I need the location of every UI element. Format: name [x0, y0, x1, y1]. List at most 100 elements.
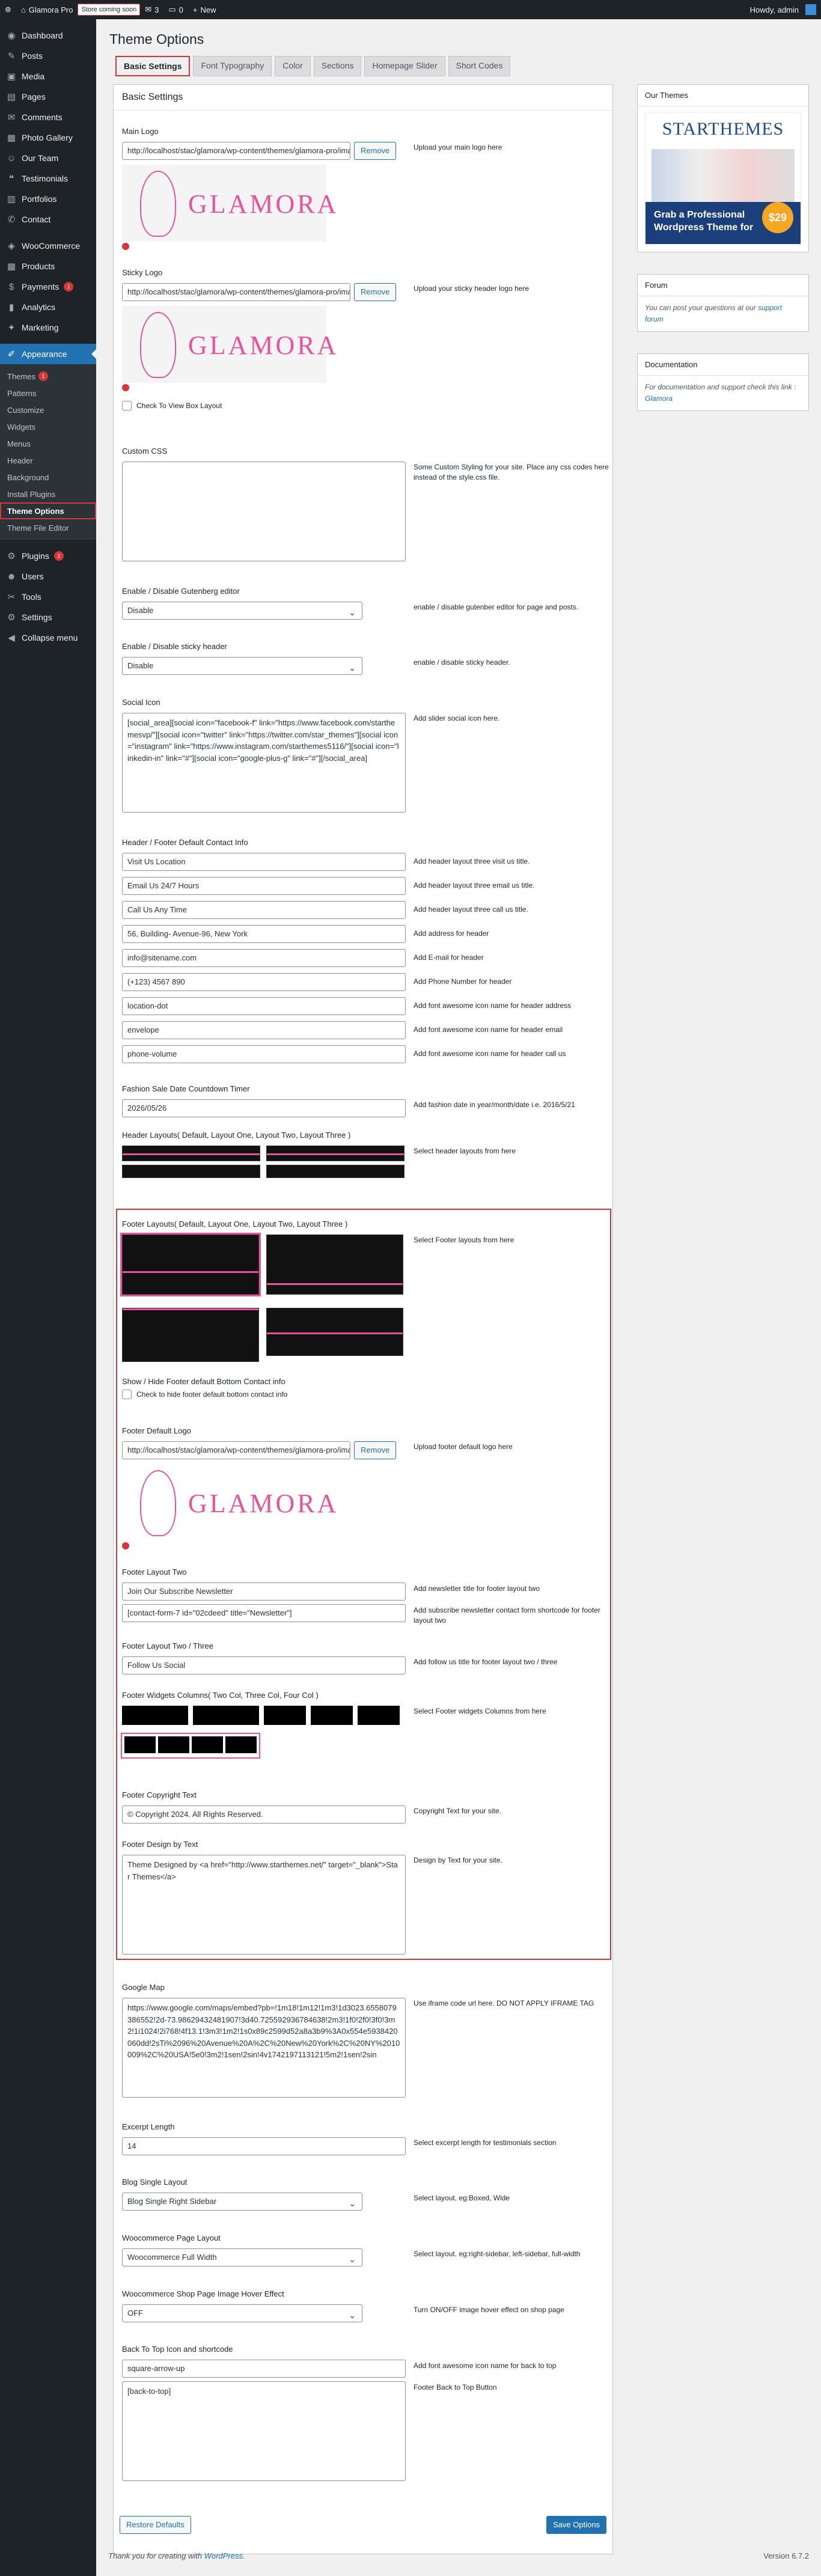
countdown-input[interactable]: 2026/05/26	[122, 1099, 406, 1117]
widget-col-three-c[interactable]	[358, 1706, 400, 1725]
sidebar-item-our-team[interactable]: ☺ Our Team	[0, 148, 96, 168]
sidebar-item-plugins[interactable]: ⚙ Plugins 2	[0, 546, 96, 566]
sidebar-item-appearance[interactable]: ✐ Appearance	[0, 344, 96, 364]
woo-hover-select[interactable]: OFF	[122, 2304, 362, 2322]
site-name-link[interactable]: ⌂ Glamora Pro	[16, 0, 78, 19]
sidebar-item-testimonials[interactable]: ❝ Testimonials	[0, 168, 96, 189]
remove-main-logo-button[interactable]: Remove	[354, 142, 397, 160]
sidebar-item-comments[interactable]: ✉ Comments	[0, 107, 96, 127]
contact-input[interactable]: Visit Us Location	[122, 853, 406, 871]
submenu-item-theme-file-editor[interactable]: Theme File Editor	[0, 519, 96, 536]
widget-col-four-selected[interactable]	[121, 1733, 260, 1759]
woo-layout-select[interactable]: Woocommerce Full Width	[122, 2248, 362, 2266]
tab-color[interactable]: Color	[275, 56, 311, 76]
tab-sections[interactable]: Sections	[313, 56, 362, 76]
excerpt-input[interactable]: 14	[122, 2137, 406, 2155]
sidebar-item-collapse-menu[interactable]: ◀ Collapse menu	[0, 627, 96, 648]
glamora-doc-link[interactable]: Glamora	[645, 394, 673, 403]
contact-input[interactable]: Email Us 24/7 Hours	[122, 877, 406, 895]
tab-basic-settings[interactable]: Basic Settings	[115, 56, 191, 76]
footer-two-title-input[interactable]: Join Our Subscribe Newsletter	[122, 1583, 406, 1601]
widget-col-three-b[interactable]	[311, 1706, 353, 1725]
new-content-link[interactable]: + New	[188, 0, 221, 19]
submenu-item-theme-options[interactable]: Theme Options	[0, 502, 96, 519]
footer-contact-checkbox[interactable]	[122, 1390, 132, 1399]
tab-short-codes[interactable]: Short Codes	[448, 56, 511, 76]
main-logo-input[interactable]: http://localhost/stac/glamora/wp-content…	[122, 142, 350, 160]
copyright-input[interactable]: © Copyright 2024. All Rights Reserved.	[122, 1805, 406, 1824]
submenu-item-customize[interactable]: Customize	[0, 401, 96, 418]
submenu-item-menus[interactable]: Menus	[0, 435, 96, 452]
sticky-logo-input[interactable]: http://localhost/stac/glamora/wp-content…	[122, 283, 350, 301]
sidebar-item-users[interactable]: ☻ Users	[0, 566, 96, 587]
header-layout-one[interactable]	[266, 1146, 404, 1161]
coming-soon-badge[interactable]: Store coming soon	[78, 4, 141, 16]
sidebar-item-media[interactable]: ▣ Media	[0, 66, 96, 87]
restore-defaults-button[interactable]: Restore Defaults	[120, 2516, 191, 2534]
sidebar-item-tools[interactable]: ✂ Tools	[0, 587, 96, 607]
footer-layout-three[interactable]	[266, 1308, 403, 1356]
submenu-item-themes[interactable]: Themes 1	[0, 368, 96, 385]
wp-logo-icon[interactable]: ⊛	[0, 0, 16, 19]
sidebar-item-settings[interactable]: ⚙ Settings	[0, 607, 96, 627]
sticky-header-select[interactable]: Disable	[122, 657, 362, 675]
submenu-item-widgets[interactable]: Widgets	[0, 418, 96, 435]
sidebar-item-photo-gallery[interactable]: ▦ Photo Gallery	[0, 127, 96, 148]
social-icon-textarea[interactable]: [social_area][social icon="facebook-f" l…	[122, 713, 406, 813]
wordpress-link[interactable]: WordPress.	[204, 2551, 245, 2560]
widget-col-three-a[interactable]	[264, 1706, 306, 1725]
contact-input[interactable]: envelope	[122, 1021, 406, 1039]
contact-input[interactable]: info@sitename.com	[122, 949, 406, 967]
remove-sticky-logo-button[interactable]: Remove	[354, 283, 397, 301]
footer-layout-default[interactable]	[120, 1233, 261, 1296]
submenu-item-background[interactable]: Background	[0, 469, 96, 486]
remove-image-icon[interactable]	[122, 243, 129, 250]
sidebar-item-contact[interactable]: ✆ Contact	[0, 209, 96, 230]
comments-link[interactable]: ✉ 3	[140, 0, 163, 19]
save-options-button[interactable]: Save Options	[546, 2516, 606, 2534]
footer-follow-input[interactable]: Follow Us Social	[122, 1656, 406, 1674]
contact-input[interactable]: Call Us Any Time	[122, 901, 406, 919]
sidebar-item-analytics[interactable]: ▮ Analytics	[0, 297, 96, 317]
sidebar-item-marketing[interactable]: ✦ Marketing	[0, 317, 96, 338]
custom-css-textarea[interactable]	[122, 462, 406, 561]
sidebar-item-posts[interactable]: ✎ Posts	[0, 46, 96, 66]
sidebar-item-products[interactable]: ▩ Products	[0, 256, 96, 276]
submenu-item-install-plugins[interactable]: Install Plugins	[0, 486, 96, 502]
contact-input[interactable]: 56, Building- Avenue-96, New York	[122, 925, 406, 943]
design-by-textarea[interactable]: Theme Designed by <a href="http://www.st…	[122, 1855, 406, 1955]
footer-two-shortcode-input[interactable]: [contact-form-7 id="02cdeed" title="News…	[122, 1604, 406, 1622]
gutenberg-select[interactable]: Disable	[122, 602, 362, 620]
google-map-textarea[interactable]: https://www.google.com/maps/embed?pb=!1m…	[122, 1998, 406, 2098]
remove-image-icon[interactable]	[122, 1542, 129, 1549]
back-to-top-icon-input[interactable]: square-arrow-up	[122, 2360, 406, 2378]
contact-input[interactable]: phone-volume	[122, 1045, 406, 1063]
blog-layout-select[interactable]: Blog Single Right Sidebar	[122, 2193, 362, 2211]
header-layout-two[interactable]	[122, 1165, 260, 1178]
footer-layout-one[interactable]	[266, 1235, 403, 1295]
contact-input[interactable]: location-dot	[122, 997, 406, 1015]
remove-image-icon[interactable]	[122, 384, 129, 391]
sidebar-item-dashboard[interactable]: ◉ Dashboard	[0, 25, 96, 46]
header-layout-three[interactable]	[266, 1165, 404, 1178]
theme-ad-banner[interactable]: STARTHEMES Grab a Professional Wordpress…	[645, 112, 801, 245]
updates-link[interactable]: ▭ 0	[163, 0, 188, 19]
back-to-top-shortcode-textarea[interactable]: [back-to-top]	[122, 2381, 406, 2481]
footer-logo-input[interactable]: http://localhost/stac/glamora/wp-content…	[122, 1441, 350, 1459]
tab-font-typography[interactable]: Font Typography	[193, 56, 272, 76]
tab-homepage-slider[interactable]: Homepage Slider	[364, 56, 445, 76]
contact-input[interactable]: (+123) 4567 890	[122, 973, 406, 991]
widget-col-two-a[interactable]	[122, 1706, 188, 1725]
sidebar-item-payments[interactable]: $ Payments 1	[0, 276, 96, 297]
remove-footer-logo-button[interactable]: Remove	[354, 1441, 397, 1459]
submenu-item-header[interactable]: Header	[0, 452, 96, 469]
sidebar-item-pages[interactable]: ▤ Pages	[0, 87, 96, 107]
header-layout-default[interactable]	[122, 1146, 260, 1161]
sidebar-item-woocommerce[interactable]: ◈ WooCommerce	[0, 236, 96, 256]
sidebar-item-portfolios[interactable]: ▥ Portfolios	[0, 189, 96, 209]
widget-col-two-b[interactable]	[193, 1706, 259, 1725]
submenu-item-patterns[interactable]: Patterns	[0, 385, 96, 401]
box-layout-checkbox[interactable]	[122, 401, 132, 411]
account-menu[interactable]: Howdy, admin	[745, 0, 821, 19]
footer-layout-two[interactable]	[122, 1308, 259, 1362]
